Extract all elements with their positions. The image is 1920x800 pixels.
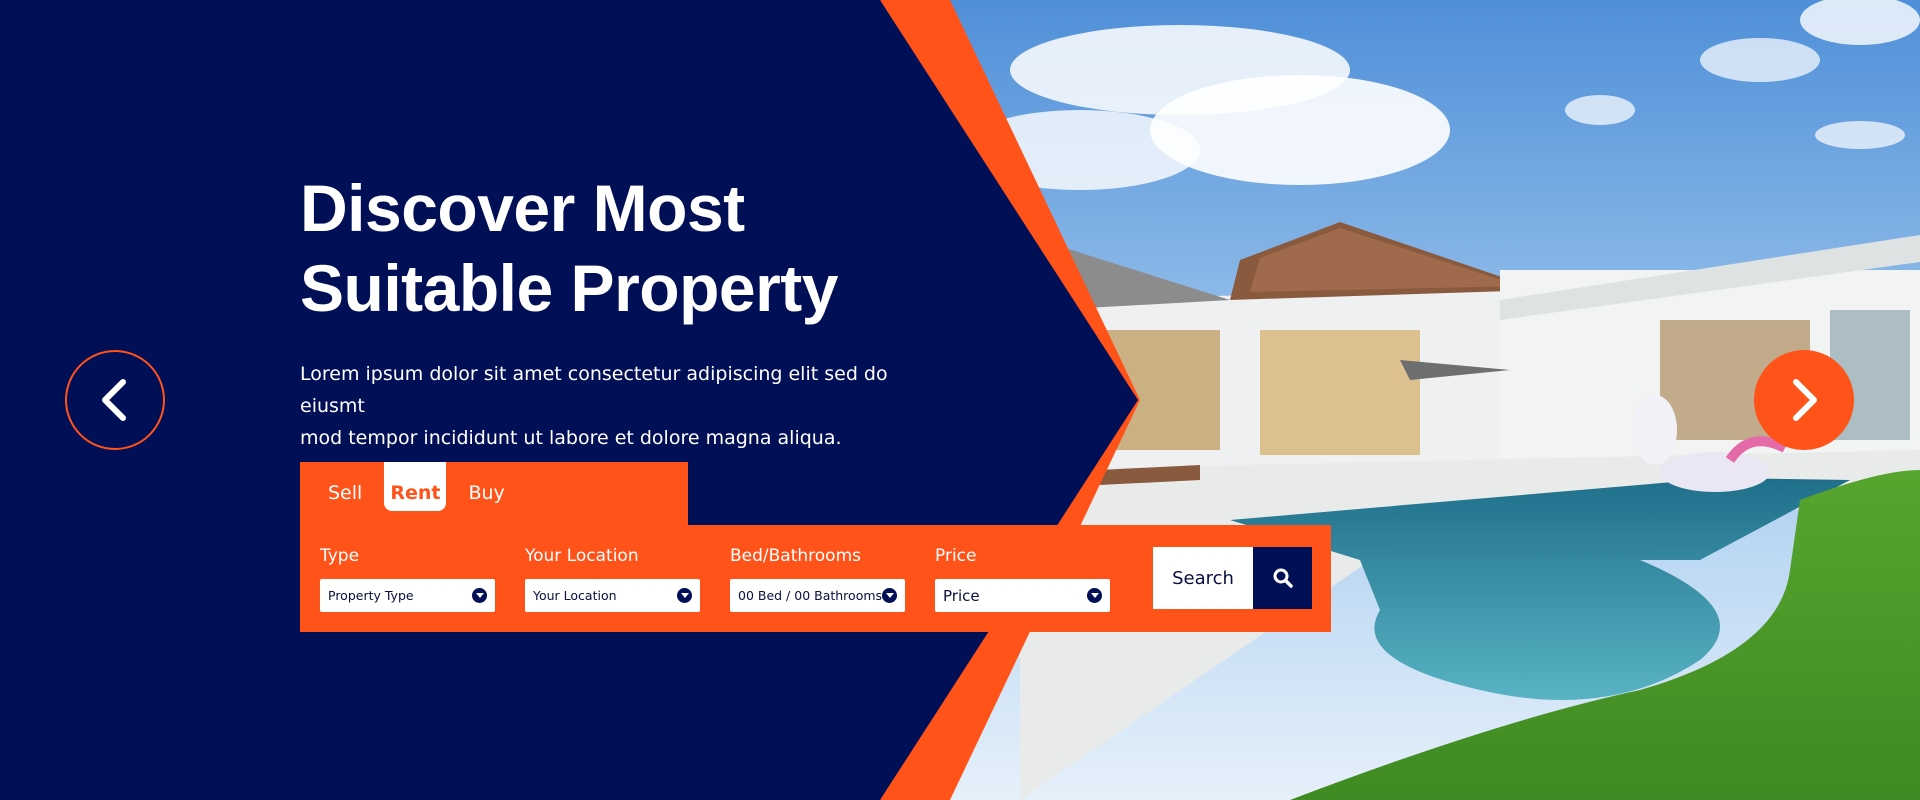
tab-buy[interactable]: Buy (458, 462, 514, 510)
field-type-label: Type (320, 546, 360, 566)
field-type: Type Property Type (320, 545, 495, 612)
field-bedrooms: Bed/Bathrooms 00 Bed / 00 Bathrooms (730, 545, 905, 612)
price-value: Price (943, 586, 980, 605)
chevron-down-icon (472, 588, 487, 603)
hero-description: Lorem ipsum dolor sit amet consectetur a… (300, 358, 940, 454)
search-button-label: Search (1153, 547, 1253, 609)
carousel-prev-button[interactable] (65, 350, 165, 450)
field-price: Price Price (935, 545, 1110, 612)
chevron-right-icon (1793, 379, 1817, 421)
bed-bathrooms-value: 00 Bed / 00 Bathrooms (738, 588, 883, 603)
tab-rent[interactable]: Rent (384, 462, 447, 511)
property-type-value: Property Type (328, 588, 414, 603)
field-location: Your Location Your Location (525, 545, 700, 612)
property-type-select[interactable]: Property Type (320, 579, 495, 612)
bed-bathrooms-select[interactable]: 00 Bed / 00 Bathrooms (730, 579, 905, 612)
chevron-down-icon (882, 588, 898, 603)
field-location-label: Your Location (525, 546, 639, 566)
location-select[interactable]: Your Location (525, 579, 700, 612)
chevron-down-icon (1087, 588, 1102, 603)
chevron-down-icon (677, 588, 692, 603)
hero-title: Discover Most Suitable Property (300, 168, 1020, 328)
hero-description-line1: Lorem ipsum dolor sit amet consectetur a… (300, 363, 888, 417)
field-bedrooms-label: Bed/Bathrooms (730, 546, 861, 566)
hero-title-line1: Discover Most (300, 171, 745, 245)
hero-title-line2: Suitable Property (300, 251, 838, 325)
search-tabs: Sell Rent Buy (300, 462, 688, 526)
price-select[interactable]: Price (935, 579, 1110, 612)
tab-sell[interactable]: Sell (318, 462, 372, 510)
search-icon (1253, 547, 1312, 609)
hero-background-photo (900, 0, 1920, 800)
hero-description-line2: mod tempor incididunt ut labore et dolor… (300, 427, 842, 449)
location-value: Your Location (533, 588, 617, 603)
carousel-next-button[interactable] (1754, 350, 1854, 450)
chevron-left-icon (102, 379, 126, 421)
field-price-label: Price (935, 546, 977, 566)
property-search-panel: Type Property Type Your Location Your Lo… (300, 525, 1331, 632)
search-button[interactable]: Search (1153, 547, 1312, 609)
